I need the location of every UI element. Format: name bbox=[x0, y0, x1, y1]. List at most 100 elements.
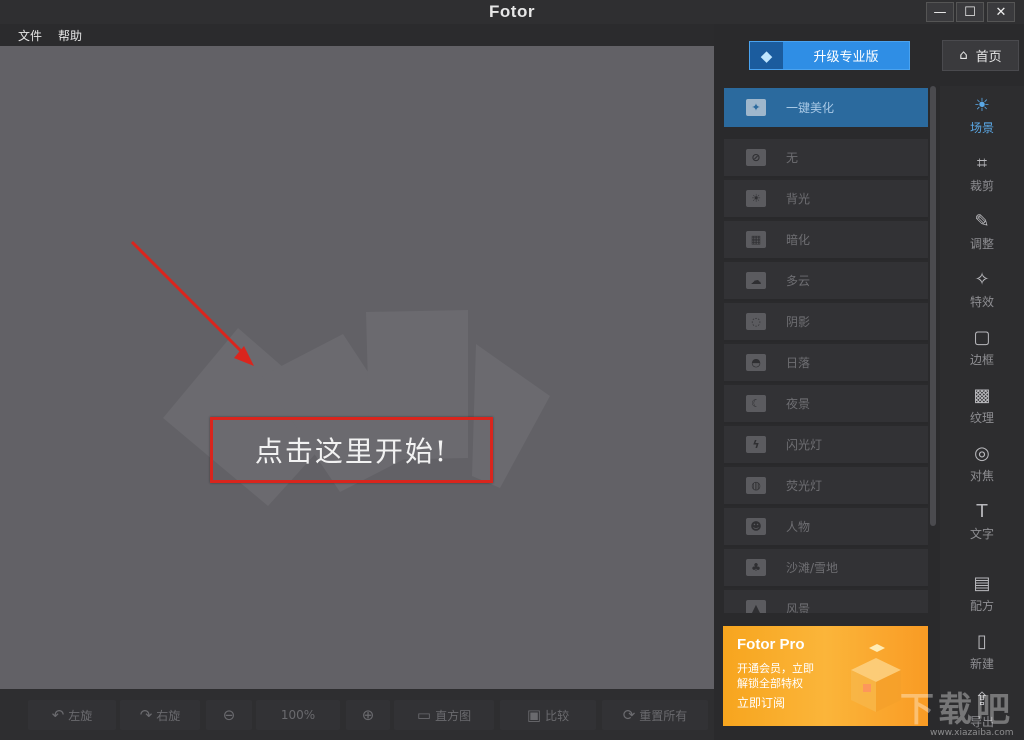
fotor-pro-banner[interactable]: Fotor Pro 开通会员，立即 解锁全部特权 立即订阅 bbox=[723, 626, 928, 726]
scene-icon: ☀ bbox=[973, 95, 991, 116]
tool-label: 场景 bbox=[969, 121, 994, 135]
zoom-level: 100% bbox=[256, 700, 340, 730]
zoom-in-button[interactable]: ⊕ bbox=[346, 700, 390, 730]
red-arrow-graphic bbox=[130, 240, 254, 366]
maximize-button[interactable]: ☐ bbox=[956, 2, 984, 22]
menu-file[interactable]: 文件 bbox=[18, 27, 42, 44]
fluorescent-icon: ◍ bbox=[746, 477, 766, 494]
rotate-left-icon: ↶ bbox=[51, 706, 65, 724]
scene-label: 荧光灯 bbox=[786, 479, 823, 493]
tool-label: 对焦 bbox=[969, 469, 994, 483]
scene-label: 日落 bbox=[786, 356, 811, 370]
scene-item-backlight[interactable]: ☀ 背光 bbox=[724, 180, 928, 219]
tool-texture[interactable]: ▩ 纹理 bbox=[940, 385, 1024, 426]
histogram-button[interactable]: ▭ 直方图 bbox=[394, 700, 494, 730]
close-icon: ✕ bbox=[995, 4, 1007, 20]
landscape-icon: ▲ bbox=[746, 600, 766, 613]
upgrade-label: 升级专业版 bbox=[813, 50, 879, 65]
tool-scene[interactable]: ☀ 场景 bbox=[940, 95, 1024, 136]
effects-icon: ✧ bbox=[974, 269, 990, 290]
scene-item-landscape[interactable]: ▲ 风景 bbox=[724, 590, 928, 613]
recipe-icon: ▤ bbox=[973, 573, 991, 594]
scene-item-darken[interactable]: ▦ 暗化 bbox=[724, 221, 928, 260]
reset-all-button[interactable]: ⟳ 重置所有 bbox=[602, 700, 708, 730]
darken-icon: ▦ bbox=[746, 231, 766, 248]
text-icon: T bbox=[976, 501, 988, 522]
rotate-right-label: 右旋 bbox=[156, 708, 181, 723]
compare-icon: ▣ bbox=[526, 706, 542, 724]
scene-item-night[interactable]: ☾ 夜景 bbox=[724, 385, 928, 424]
start-prompt-box[interactable]: 点击这里开始! bbox=[210, 417, 493, 483]
tool-focus[interactable]: ◎ 对焦 bbox=[940, 443, 1024, 484]
scene-item-sunset[interactable]: ◓ 日落 bbox=[724, 344, 928, 383]
zoom-out-button[interactable]: ⊖ bbox=[206, 700, 252, 730]
photo-canvas[interactable]: 点击这里开始! bbox=[0, 46, 714, 689]
scene-item-cloudy[interactable]: ☁ 多云 bbox=[724, 262, 928, 301]
scene-label: 背光 bbox=[786, 192, 811, 206]
tool-crop[interactable]: ⌗ 裁剪 bbox=[940, 153, 1024, 194]
scene-label: 无 bbox=[786, 151, 799, 165]
reset-icon: ⟳ bbox=[622, 706, 636, 724]
backlight-icon: ☀ bbox=[746, 190, 766, 207]
texture-icon: ▩ bbox=[973, 385, 991, 406]
tool-label: 文字 bbox=[969, 527, 994, 541]
title-bar: Fotor bbox=[0, 0, 1024, 24]
frame-icon: ▢ bbox=[973, 327, 991, 348]
tool-effects[interactable]: ✧ 特效 bbox=[940, 269, 1024, 310]
histogram-label: 直方图 bbox=[435, 708, 472, 723]
palm-icon: ♣ bbox=[746, 559, 766, 576]
promo-subscribe-link[interactable]: 立即订阅 bbox=[737, 694, 785, 711]
scene-label: 暗化 bbox=[786, 233, 811, 247]
home-button[interactable]: ⌂ 首页 bbox=[942, 40, 1019, 71]
adjust-icon: ✎ bbox=[974, 211, 990, 232]
scene-list-scrollbar[interactable] bbox=[930, 86, 936, 526]
zoom-in-icon: ⊕ bbox=[361, 706, 375, 724]
home-icon: ⌂ bbox=[959, 48, 968, 63]
tool-label: 裁剪 bbox=[969, 179, 994, 193]
watermark-logo: 下载吧 bbox=[900, 690, 1014, 730]
scene-label: 阴影 bbox=[786, 315, 811, 329]
scene-item-portrait[interactable]: ☻ 人物 bbox=[724, 508, 928, 547]
tool-label: 特效 bbox=[969, 295, 994, 309]
zoom-level-label: 100% bbox=[280, 708, 316, 722]
scene-item-none[interactable]: ⊘ 无 bbox=[724, 139, 928, 178]
maximize-icon: ☐ bbox=[964, 4, 976, 20]
tool-recipe[interactable]: ▤ 配方 bbox=[940, 573, 1024, 614]
minimize-button[interactable]: — bbox=[926, 2, 954, 22]
tool-adjust[interactable]: ✎ 调整 bbox=[940, 211, 1024, 252]
scene-item-auto-enhance[interactable]: ✦ 一键美化 bbox=[724, 88, 928, 127]
scene-label: 人物 bbox=[786, 520, 811, 534]
promo-title: Fotor Pro bbox=[737, 636, 805, 653]
scene-item-beach-snow[interactable]: ♣ 沙滩/雪地 bbox=[724, 549, 928, 588]
reset-all-label: 重置所有 bbox=[639, 708, 688, 723]
start-prompt-text: 点击这里开始! bbox=[254, 435, 449, 468]
scene-label: 沙滩/雪地 bbox=[786, 561, 839, 575]
watermark-url: www.xiazaiba.com bbox=[930, 728, 1014, 738]
tool-label: 边框 bbox=[969, 353, 994, 367]
promo-line-2: 解锁全部特权 bbox=[737, 677, 803, 690]
menu-help[interactable]: 帮助 bbox=[58, 27, 82, 44]
scene-item-fluorescent[interactable]: ◍ 荧光灯 bbox=[724, 467, 928, 506]
tool-label: 配方 bbox=[969, 599, 994, 613]
canvas-placeholder-graphic bbox=[130, 240, 550, 506]
scene-label: 闪光灯 bbox=[786, 438, 823, 452]
flash-icon: ϟ bbox=[746, 436, 766, 453]
compare-button[interactable]: ▣ 比较 bbox=[500, 700, 596, 730]
rotate-left-button[interactable]: ↶ 左旋 bbox=[28, 700, 116, 730]
tool-label: 纹理 bbox=[969, 411, 994, 425]
upgrade-pro-button[interactable]: ◆ 升级专业版 bbox=[749, 41, 910, 70]
rotate-right-button[interactable]: ↷ 右旋 bbox=[120, 700, 200, 730]
tool-new[interactable]: ▯ 新建 bbox=[940, 631, 1024, 672]
rotate-right-icon: ↷ bbox=[139, 706, 153, 724]
cloud-icon: ☁ bbox=[746, 272, 766, 289]
scene-item-flash[interactable]: ϟ 闪光灯 bbox=[724, 426, 928, 465]
crop-icon: ⌗ bbox=[976, 153, 988, 174]
tool-text[interactable]: T 文字 bbox=[940, 501, 1024, 542]
close-button[interactable]: ✕ bbox=[987, 2, 1015, 22]
scene-list: ✦ 一键美化 ⊘ 无 ☀ 背光 ▦ 暗化 ☁ 多云 ◌ 阴影 ◓ 日落 ☾ 夜景… bbox=[722, 86, 930, 613]
none-icon: ⊘ bbox=[746, 149, 766, 166]
zoom-out-icon: ⊖ bbox=[222, 706, 236, 724]
tool-frame[interactable]: ▢ 边框 bbox=[940, 327, 1024, 368]
scene-item-shade[interactable]: ◌ 阴影 bbox=[724, 303, 928, 342]
window-title: Fotor bbox=[489, 2, 535, 21]
